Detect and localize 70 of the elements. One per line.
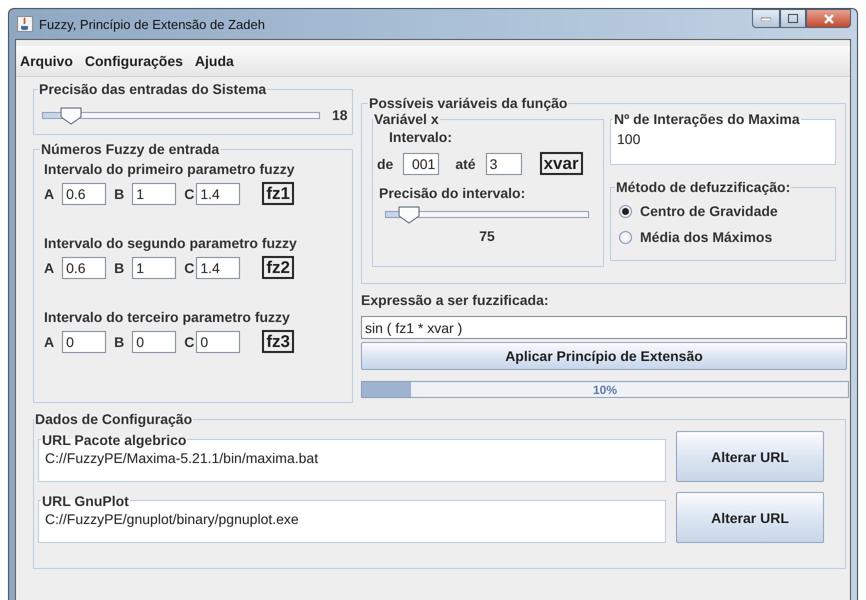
close-button[interactable] — [806, 9, 851, 28]
slider-thumb[interactable] — [398, 206, 420, 224]
minimize-icon — [761, 16, 771, 20]
url-value: C://FuzzyPE/gnuplot/binary/pgnuplot.exe — [45, 510, 299, 526]
minimize-button[interactable] — [752, 9, 780, 28]
cup-icon — [17, 16, 33, 32]
variable-tag: fz3 — [262, 330, 294, 353]
field-label: A — [44, 260, 54, 276]
input-field[interactable]: 0.6 — [62, 183, 106, 205]
change-url-button[interactable]: Alterar URL — [676, 492, 824, 543]
expression-label: Expressão a ser fuzzificada: — [361, 292, 550, 308]
panel-title: URL GnuPlot — [41, 492, 130, 508]
parameter-label: Intervalo do primeiro parametro fuzzy — [44, 161, 294, 177]
field-label: B — [114, 260, 124, 276]
input-field[interactable]: 0 — [196, 331, 240, 353]
input-field[interactable]: 1.4 — [196, 183, 240, 205]
to-label: até — [455, 156, 476, 172]
maximize-icon — [788, 14, 798, 23]
field-label: A — [44, 334, 54, 350]
menu-item[interactable]: Configurações — [84, 53, 183, 69]
from-field[interactable]: 001 — [403, 153, 440, 175]
radio-button[interactable] — [619, 230, 632, 244]
field-label: B — [114, 186, 124, 202]
variable-tag: fz2 — [262, 256, 294, 279]
change-url-button[interactable]: Alterar URL — [676, 431, 824, 482]
input-field[interactable]: 1 — [132, 257, 176, 279]
progress-text: 10% — [592, 382, 618, 396]
slider-fill — [43, 112, 60, 118]
radio-button[interactable] — [619, 204, 632, 218]
window-title: Fuzzy, Princípio de Extensão de Zadeh — [39, 16, 266, 32]
slider-fill — [386, 212, 398, 217]
menu-item[interactable]: Ajuda — [194, 53, 234, 69]
input-field[interactable]: 0 — [62, 331, 106, 353]
variable-tag: xvar — [540, 152, 583, 175]
panel-title: Variável x — [373, 111, 440, 127]
slider-value: 18 — [332, 107, 348, 123]
menu-item[interactable]: Arquivo — [20, 53, 73, 69]
iterations-value: 100 — [617, 131, 640, 147]
panel-title: Números Fuzzy de entrada — [40, 141, 220, 157]
field-label: C — [184, 260, 194, 276]
field-label: A — [44, 186, 54, 202]
maximize-button[interactable] — [780, 9, 806, 28]
panel-title: Método de defuzzificação: — [615, 179, 792, 195]
input-field[interactable]: 1.4 — [196, 257, 240, 279]
panel-title: Precisão das entradas do Sistema — [38, 81, 268, 97]
url-value: C://FuzzyPE/Maxima-5.21.1/bin/maxima.bat — [45, 450, 318, 466]
option-label: Centro de Gravidade — [640, 203, 778, 219]
option-label: Média dos Máximos — [640, 229, 772, 245]
panel-title: URL Pacote algebrico — [41, 432, 188, 448]
interval-label: Intervalo: — [389, 129, 452, 145]
field-label: B — [114, 334, 124, 350]
field-label: C — [184, 334, 194, 350]
panel-title: Nº de Interações do Maxima — [613, 111, 801, 127]
input-field[interactable]: 0 — [132, 331, 176, 353]
from-label: de — [377, 156, 394, 172]
slider-thumb[interactable] — [60, 106, 82, 124]
input-field[interactable]: 1 — [132, 183, 176, 205]
parameter-label: Intervalo do segundo parametro fuzzy — [44, 235, 297, 251]
expression-field[interactable]: sin ( fz1 * xvar ) — [361, 316, 847, 339]
apply-button[interactable]: Aplicar Princípio de Extensão — [361, 342, 847, 370]
close-icon — [822, 14, 834, 24]
panel-title: Possíveis variáveis da função — [368, 95, 568, 111]
to-field[interactable]: 3 — [486, 153, 522, 175]
field-label: C — [184, 186, 194, 202]
precision-label: Precisão do intervalo: — [379, 185, 526, 201]
variable-tag: fz1 — [262, 182, 294, 205]
panel-title: Dados de Configuração — [34, 411, 194, 427]
input-field[interactable]: 0.6 — [62, 257, 106, 279]
slider-value: 75 — [479, 228, 495, 244]
parameter-label: Intervalo do terceiro parametro fuzzy — [44, 309, 290, 325]
